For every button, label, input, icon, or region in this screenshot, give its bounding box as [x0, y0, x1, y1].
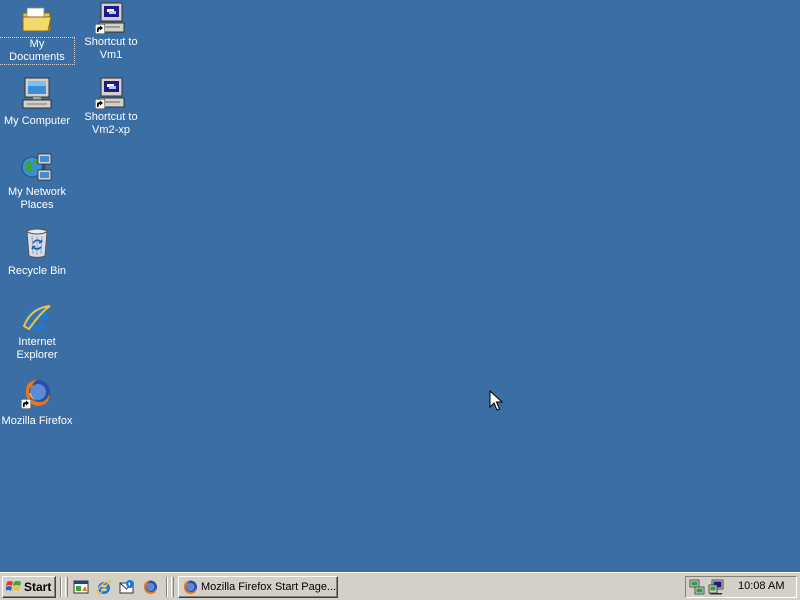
taskbar-button-label: Mozilla Firefox Start Page...: [201, 581, 337, 593]
desktop-icon-recycle-bin[interactable]: Recycle Bin: [0, 227, 74, 279]
show-desktop-icon[interactable]: [73, 579, 89, 595]
desktop-icon-label: My Computer: [3, 115, 71, 127]
taskbar-separator: [166, 577, 168, 597]
system-tray: 10:08 AM: [685, 576, 797, 598]
firefox-icon: [21, 377, 53, 409]
start-label: Start: [24, 580, 52, 594]
shortcut-arrow-icon: [95, 24, 105, 34]
outlook-express-icon[interactable]: [119, 579, 135, 595]
desktop-icon-mozilla-firefox[interactable]: Mozilla Firefox: [0, 377, 74, 429]
desktop-icon-label: Mozilla Firefox: [1, 415, 73, 427]
taskbar: Start Mozilla Firefox Start Page... 10:0…: [0, 572, 800, 600]
quick-launch-grip[interactable]: [65, 577, 68, 597]
remote-desktop-icon: [95, 2, 127, 34]
internet-explorer-icon: [21, 302, 53, 334]
taskbar-button-firefox[interactable]: Mozilla Firefox Start Page...: [178, 576, 338, 598]
desktop-icon-shortcut-vm1[interactable]: Shortcut to Vm1: [74, 2, 148, 63]
desktop-icon-my-network-places[interactable]: My Network Places: [0, 152, 74, 213]
firefox-icon: [184, 580, 197, 594]
shortcut-arrow-icon: [21, 399, 31, 409]
shortcut-arrow-icon: [95, 99, 105, 109]
taskbar-separator: [60, 577, 62, 597]
desktop-icon-label: Internet Explorer: [16, 336, 58, 361]
internet-explorer-icon[interactable]: [96, 579, 112, 595]
task-area-grip[interactable]: [171, 577, 174, 597]
mouse-cursor-icon: [489, 390, 503, 411]
windows-logo-icon: [6, 581, 21, 591]
desktop-icon-internet-explorer[interactable]: Internet Explorer: [0, 302, 74, 363]
remote-desktop-icon: [95, 77, 127, 109]
taskbar-clock[interactable]: 10:08 AM: [738, 580, 784, 592]
desktop[interactable]: My Documents Shortcut to Vm1 My Computer…: [0, 0, 800, 600]
recycle-bin-icon: [21, 227, 53, 259]
desktop-icon-shortcut-vm2-xp[interactable]: Shortcut to Vm2-xp: [74, 77, 148, 138]
desktop-icon-label: Shortcut to Vm1: [84, 36, 138, 61]
desktop-icon-label: My Documents: [0, 37, 75, 65]
network-globe-icon: [21, 152, 53, 184]
start-button[interactable]: Start: [2, 576, 56, 598]
computer-icon: [21, 77, 53, 109]
firefox-icon[interactable]: [142, 579, 158, 595]
network-monitor-icon[interactable]: [708, 579, 724, 595]
desktop-icon-label: My Network Places: [7, 186, 67, 211]
desktop-icon-my-computer[interactable]: My Computer: [0, 77, 74, 129]
network-connection-icon[interactable]: [689, 579, 705, 595]
desktop-icon-label: Recycle Bin: [7, 265, 67, 277]
desktop-icon-label: Shortcut to Vm2-xp: [84, 111, 138, 136]
folder-icon: [21, 4, 53, 36]
desktop-icon-my-documents[interactable]: My Documents: [0, 4, 75, 65]
